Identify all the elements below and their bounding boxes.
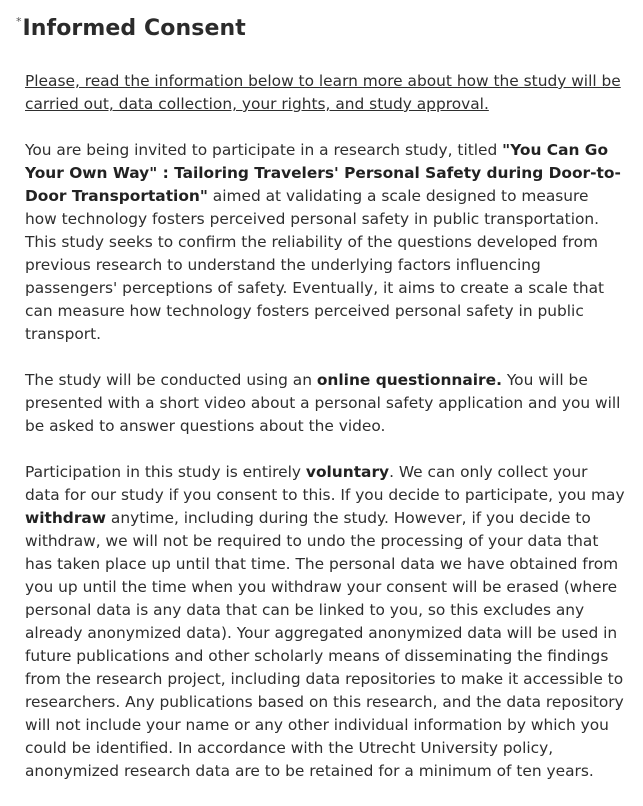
study-method: online questionnaire. <box>316 371 502 389</box>
withdraw-term: withdraw <box>25 509 107 527</box>
intro-link[interactable]: Please, read the information below to le… <box>25 72 621 113</box>
consent-page: * Informed Consent Please, read the info… <box>0 0 643 780</box>
page-title: Informed Consent <box>22 16 246 41</box>
p3-text-3: anytime, including during the study. How… <box>25 509 624 780</box>
study-description-paragraph: You are being invited to participate in … <box>25 139 625 346</box>
p1-text-2: aimed at validating a scale designed to … <box>25 187 605 343</box>
participation-paragraph: Participation in this study is entirely … <box>25 461 625 783</box>
consent-text: Please, read the information below to le… <box>25 70 625 806</box>
p2-text-1: The study will be conducted using an <box>25 371 317 389</box>
p1-text-1: You are being invited to participate in … <box>25 141 503 159</box>
intro-paragraph: Please, read the information below to le… <box>25 70 625 116</box>
study-method-paragraph: The study will be conducted using an onl… <box>25 369 625 438</box>
question-header: * Informed Consent <box>16 14 246 44</box>
required-marker: * <box>16 15 22 28</box>
p3-text-1: Participation in this study is entirely <box>25 463 306 481</box>
voluntary-term: voluntary <box>305 463 390 481</box>
